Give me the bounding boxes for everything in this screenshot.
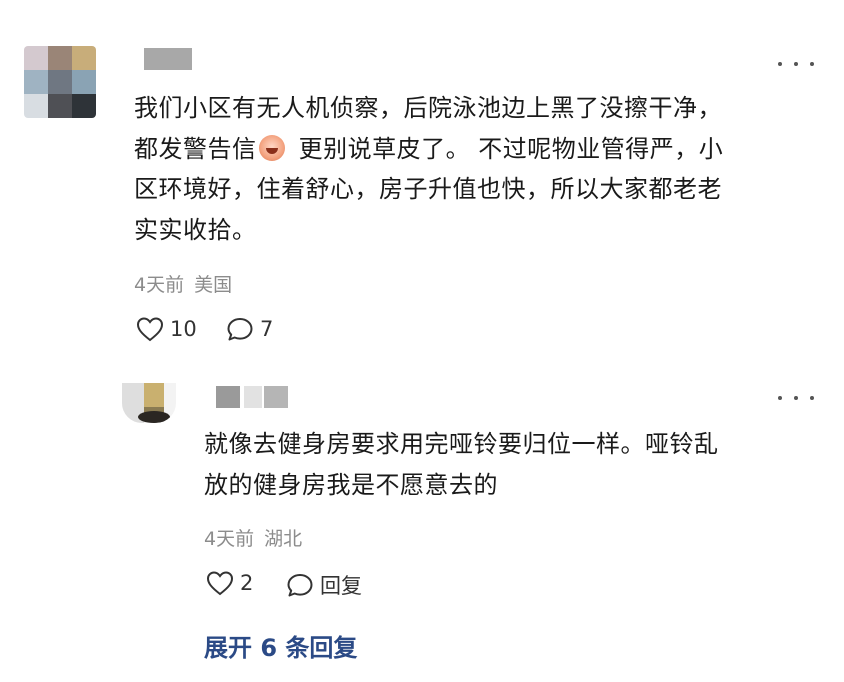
like-button[interactable]: 10 (136, 316, 197, 342)
reply-meta: 4天前 湖北 (204, 524, 302, 551)
comment-text-part: 更别说草皮了。 不过呢物业管得严，小 (290, 134, 724, 163)
like-count: 2 (240, 571, 254, 595)
comment-body: 我们小区有无人机侦察，后院泳池边上黑了没擦干净， 都发警告信 更别说草皮了。 不… (134, 88, 824, 250)
reply-more-options-button[interactable] (778, 390, 814, 406)
dot-icon (794, 396, 798, 400)
avatar[interactable] (24, 46, 96, 118)
reply-like-button[interactable]: 2 (206, 570, 253, 596)
reply-avatar-image (122, 383, 176, 423)
reply-body: 就像去健身房要求用完哑铃要归位一样。哑铃乱 放的健身房我是不愿意去的 (204, 424, 824, 505)
dot-icon (810, 396, 814, 400)
reply-count-button[interactable]: 7 (226, 316, 273, 342)
comment-text-part: 都发警告信 (134, 134, 257, 163)
expand-replies-link[interactable]: 展开 6 条回复 (204, 628, 357, 663)
dot-icon (778, 62, 782, 66)
comment-line: 都发警告信 更别说草皮了。 不过呢物业管得严，小 (134, 129, 824, 170)
location: 湖北 (264, 528, 303, 550)
dot-icon (794, 62, 798, 66)
reply-line: 就像去健身房要求用完哑铃要归位一样。哑铃乱 (204, 430, 719, 458)
timestamp: 4天前 (204, 528, 255, 550)
reply-button[interactable]: 回复 (286, 570, 362, 600)
comment-thread: 我们小区有无人机侦察，后院泳池边上黑了没擦干净， 都发警告信 更别说草皮了。 不… (0, 0, 844, 682)
comment-bubble-icon (227, 318, 253, 341)
crying-face-emoji-icon (258, 134, 285, 161)
comment-line: 我们小区有无人机侦察，后院泳池边上黑了没擦干净， (134, 94, 722, 122)
reply-line: 放的健身房我是不愿意去的 (204, 470, 498, 499)
like-count: 10 (170, 317, 197, 341)
comment-bubble-icon (287, 574, 313, 597)
comment-meta: 4天前 美国 (134, 270, 232, 297)
comment-line: 实实收拾。 (134, 215, 257, 244)
reply-username-redacted[interactable] (244, 386, 262, 408)
location: 美国 (194, 274, 233, 296)
more-options-button[interactable] (778, 56, 814, 72)
heart-icon (206, 571, 234, 596)
reply-username-redacted[interactable] (264, 386, 288, 408)
username-redacted[interactable] (144, 48, 192, 70)
reply-label: 回复 (320, 574, 362, 598)
dot-icon (778, 396, 782, 400)
comment-line: 区环境好，住着舒心，房子升值也快，所以大家都老老 (134, 175, 722, 203)
reply-avatar[interactable] (122, 383, 176, 423)
timestamp: 4天前 (134, 274, 185, 296)
reply-count: 7 (260, 317, 274, 341)
heart-icon (136, 317, 164, 342)
reply-username-redacted[interactable] (216, 386, 240, 408)
dot-icon (810, 62, 814, 66)
